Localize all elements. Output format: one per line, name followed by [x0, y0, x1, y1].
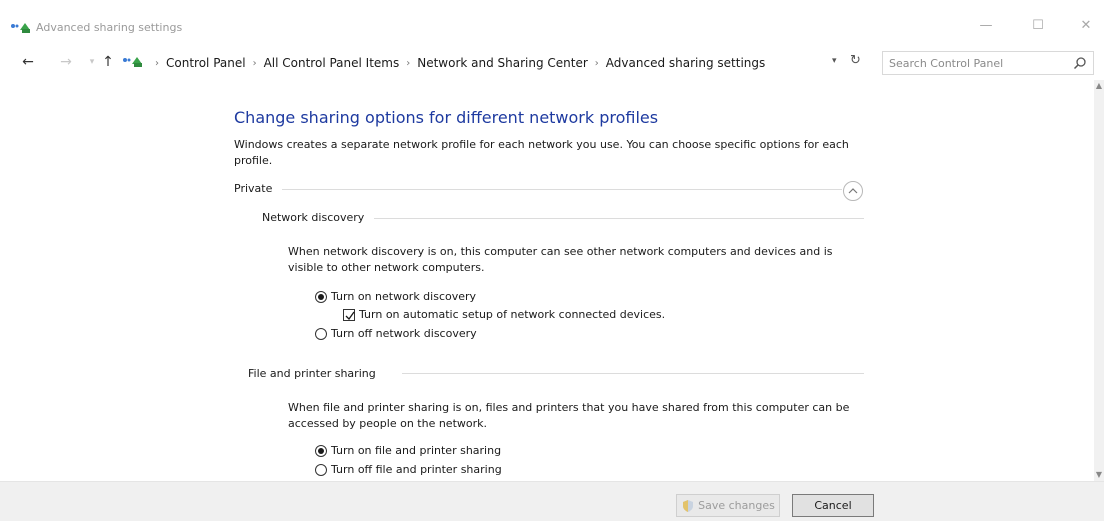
file-sharing-off-label[interactable]: Turn off file and printer sharing [331, 463, 502, 476]
footer-bar: Save changes Cancel [0, 481, 1104, 521]
refresh-icon[interactable]: ↻ [850, 53, 861, 68]
network-discovery-off-label[interactable]: Turn off network discovery [331, 327, 477, 340]
scroll-up-icon[interactable]: ▲ [1094, 80, 1104, 92]
network-icon [123, 57, 142, 67]
shield-icon [683, 499, 694, 512]
network-discovery-heading: Network discovery [262, 211, 365, 224]
close-icon[interactable]: ✕ [1066, 14, 1104, 38]
radio-selected[interactable] [315, 444, 327, 457]
file-printer-sharing-heading: File and printer sharing [248, 367, 376, 380]
file-printer-sharing-description: When file and printer sharing is on, fil… [288, 401, 850, 430]
section-divider [282, 189, 842, 190]
save-changes-label: Save changes [698, 499, 775, 512]
address-history-icon[interactable]: ▾ [832, 56, 837, 66]
breadcrumb-advanced-sharing-settings[interactable]: Advanced sharing settings [606, 56, 765, 70]
file-sharing-off-option[interactable]: Turn off file and printer sharing [315, 463, 502, 476]
network-discovery-description: When network discovery is on, this compu… [288, 245, 833, 274]
navigation-bar: ← → ▾ ↑ › Control Panel › All Control Pa… [0, 48, 1104, 76]
checkbox-checked[interactable] [343, 308, 355, 321]
chevron-up-icon [848, 188, 858, 194]
search-input[interactable] [889, 55, 1059, 71]
network-icon [11, 23, 30, 33]
section-divider [374, 218, 864, 219]
back-arrow-icon[interactable]: ← [18, 52, 38, 72]
intro-text: Windows creates a separate network profi… [234, 138, 849, 167]
minimize-icon[interactable]: — [966, 14, 1006, 38]
breadcrumb-network-and-sharing-center[interactable]: Network and Sharing Center [417, 56, 588, 70]
radio-selected[interactable] [315, 290, 327, 303]
up-arrow-icon[interactable]: ↑ [98, 52, 118, 72]
network-discovery-on-label[interactable]: Turn on network discovery [331, 290, 476, 303]
page-title: Change sharing options for different net… [234, 108, 659, 127]
title-bar: Advanced sharing settings — ☐ ✕ [0, 0, 1104, 44]
vertical-scrollbar[interactable]: ▲ ▼ [1094, 80, 1104, 481]
breadcrumb-separator-icon[interactable]: › [406, 58, 410, 69]
forward-arrow-icon[interactable]: → [56, 52, 76, 72]
radio-unselected[interactable] [315, 463, 327, 476]
network-discovery-off-option[interactable]: Turn off network discovery [315, 327, 477, 340]
network-discovery-on-option[interactable]: Turn on network discovery [315, 290, 476, 303]
content-area: Change sharing options for different net… [0, 80, 1094, 481]
breadcrumb-separator-icon[interactable]: › [155, 58, 159, 69]
breadcrumb-separator-icon[interactable]: › [253, 58, 257, 69]
cancel-button[interactable]: Cancel [792, 494, 874, 517]
breadcrumb-all-control-panel-items[interactable]: All Control Panel Items [264, 56, 400, 70]
collapse-profile-button[interactable] [843, 181, 863, 201]
breadcrumb-separator-icon[interactable]: › [595, 58, 599, 69]
scroll-down-icon[interactable]: ▼ [1094, 469, 1104, 481]
check-icon [345, 311, 355, 320]
breadcrumb-control-panel[interactable]: Control Panel [166, 56, 246, 70]
auto-setup-option[interactable]: Turn on automatic setup of network conne… [343, 308, 665, 321]
section-divider [402, 373, 864, 374]
file-sharing-on-option[interactable]: Turn on file and printer sharing [315, 444, 501, 457]
search-box[interactable] [882, 51, 1094, 75]
save-changes-button[interactable]: Save changes [676, 494, 780, 517]
breadcrumb: › Control Panel › All Control Panel Item… [148, 53, 765, 73]
file-sharing-on-label[interactable]: Turn on file and printer sharing [331, 444, 501, 457]
search-icon[interactable] [1073, 56, 1087, 70]
profile-label-private: Private [234, 182, 273, 195]
maximize-icon[interactable]: ☐ [1018, 14, 1058, 38]
auto-setup-label[interactable]: Turn on automatic setup of network conne… [359, 308, 665, 321]
window-title: Advanced sharing settings [36, 21, 183, 34]
radio-unselected[interactable] [315, 327, 327, 340]
